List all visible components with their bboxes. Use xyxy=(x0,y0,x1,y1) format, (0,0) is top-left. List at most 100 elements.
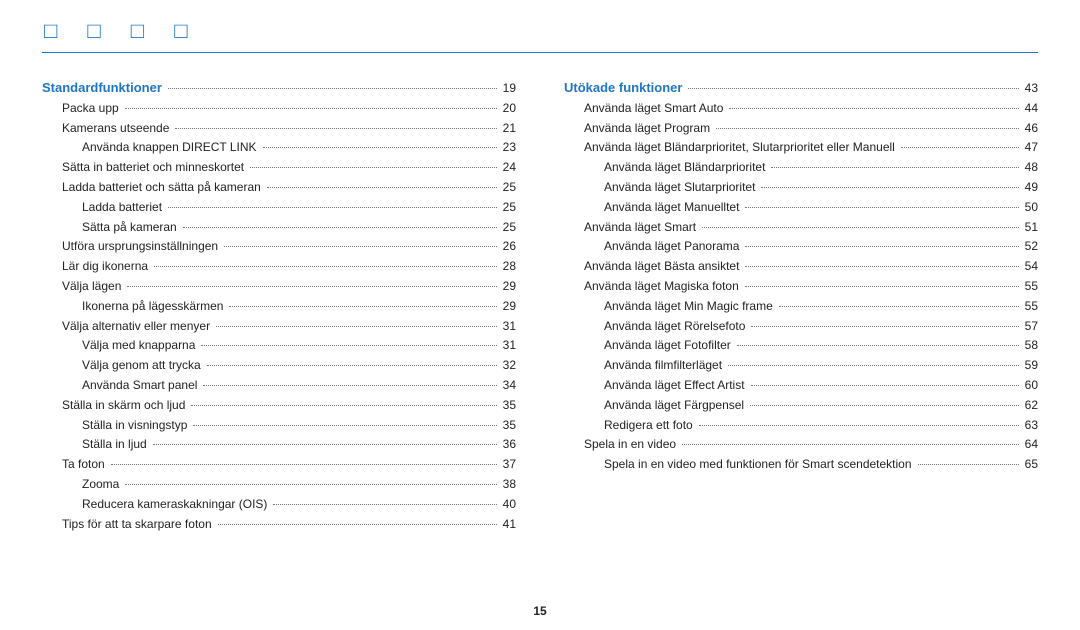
toc-leader xyxy=(207,365,497,366)
toc-entry: Använda läget Manuelltet50 xyxy=(604,198,1038,218)
toc-entry-label: Redigera ett foto xyxy=(604,416,693,436)
toc-entry: Ladda batteriet och sätta på kameran25 xyxy=(62,178,516,198)
toc-entry-label: Kamerans utseende xyxy=(62,119,169,139)
toc-leader xyxy=(168,207,497,208)
toc-entry-page: 60 xyxy=(1025,376,1038,396)
toc-leader xyxy=(267,187,497,188)
toc-entry-label: Använda läget Smart Auto xyxy=(584,99,723,119)
toc-entry: Redigera ett foto63 xyxy=(604,416,1038,436)
toc-leader xyxy=(745,266,1018,267)
toc-entry: Ladda batteriet25 xyxy=(82,198,516,218)
toc-entry: Zooma38 xyxy=(82,475,516,495)
toc-entry-page: 50 xyxy=(1025,198,1038,218)
toc-entry: Använda läget Bländarprioritet48 xyxy=(604,158,1038,178)
toc-leader xyxy=(111,464,497,465)
toc-entry: Spela in en video64 xyxy=(584,435,1038,455)
toc-entry-page: 31 xyxy=(503,317,516,337)
toc-entry: Ta foton37 xyxy=(62,455,516,475)
toc-leader xyxy=(175,128,496,129)
toc-entry: Använda läget Bländarprioritet, Slutarpr… xyxy=(584,138,1038,158)
toc-leader xyxy=(728,365,1019,366)
toc-entry: Välja alternativ eller menyer31 xyxy=(62,317,516,337)
toc-leader xyxy=(224,246,497,247)
toc-entry-page: 29 xyxy=(503,297,516,317)
toc-entry-page: 49 xyxy=(1025,178,1038,198)
toc-leader xyxy=(125,484,496,485)
toc-entry-page: 55 xyxy=(1025,277,1038,297)
toc-entry: Använda läget Effect Artist60 xyxy=(604,376,1038,396)
toc-entry: Välja genom att trycka32 xyxy=(82,356,516,376)
toc-leader xyxy=(745,246,1018,247)
toc-entry: Använda läget Fotofilter58 xyxy=(604,336,1038,356)
toc-entry-page: 65 xyxy=(1025,455,1038,475)
toc-columns: Standardfunktioner19Packa upp20Kamerans … xyxy=(42,77,1038,534)
toc-entry: Använda läget Smart 51 xyxy=(584,218,1038,238)
toc-entry-label: Reducera kameraskakningar (OIS) xyxy=(82,495,267,515)
page-title: □ □ □ □ xyxy=(44,18,1038,44)
toc-entry-label: Sätta in batteriet och minneskortet xyxy=(62,158,244,178)
toc-entry-page: 46 xyxy=(1025,119,1038,139)
toc-leader xyxy=(263,147,497,148)
toc-entry-page: 35 xyxy=(503,416,516,436)
toc-leader xyxy=(779,306,1019,307)
toc-entry-page: 32 xyxy=(503,356,516,376)
toc-entry: Kamerans utseende 21 xyxy=(62,119,516,139)
toc-entry-page: 43 xyxy=(1025,79,1038,99)
toc-entry-label: Använda läget Bländarprioritet, Slutarpr… xyxy=(584,138,895,158)
toc-entry-page: 21 xyxy=(503,119,516,139)
toc-entry-label: Sätta på kameran xyxy=(82,218,177,238)
toc-entry-page: 54 xyxy=(1025,257,1038,277)
toc-leader xyxy=(918,464,1019,465)
toc-entry-page: 34 xyxy=(503,376,516,396)
toc-entry-label: Använda läget Smart xyxy=(584,218,696,238)
toc-entry-label: Välja lägen xyxy=(62,277,121,297)
toc-entry-page: 35 xyxy=(503,396,516,416)
toc-leader xyxy=(250,167,497,168)
toc-leader xyxy=(229,306,496,307)
toc-leader xyxy=(203,385,496,386)
toc-leader xyxy=(191,405,496,406)
toc-entry-page: 26 xyxy=(503,237,516,257)
toc-leader xyxy=(716,128,1019,129)
toc-entry: Använda läget Min Magic frame55 xyxy=(604,297,1038,317)
toc-entry: Använda filmfilterläget59 xyxy=(604,356,1038,376)
toc-leader xyxy=(201,345,496,346)
toc-entry-page: 44 xyxy=(1025,99,1038,119)
toc-entry-label: Ställa in ljud xyxy=(82,435,147,455)
toc-entry-label: Ställa in skärm och ljud xyxy=(62,396,185,416)
toc-leader xyxy=(751,326,1018,327)
toc-entry-label: Använda läget Panorama xyxy=(604,237,739,257)
toc-entry-page: 29 xyxy=(503,277,516,297)
page: □ □ □ □ Standardfunktioner19Packa upp20K… xyxy=(0,0,1080,630)
toc-entry: Välja lägen 29 xyxy=(62,277,516,297)
toc-entry-label: Ladda batteriet xyxy=(82,198,162,218)
toc-entry: Lär dig ikonerna 28 xyxy=(62,257,516,277)
toc-entry-label: Använda läget Fotofilter xyxy=(604,336,731,356)
toc-leader xyxy=(699,425,1019,426)
toc-entry-page: 28 xyxy=(503,257,516,277)
toc-entry: Packa upp20 xyxy=(62,99,516,119)
toc-entry-page: 52 xyxy=(1025,237,1038,257)
toc-leader xyxy=(751,385,1019,386)
toc-leader xyxy=(745,207,1018,208)
toc-entry-label: Använda läget Rörelsefoto xyxy=(604,317,745,337)
toc-entry: Sätta in batteriet och minneskortet 24 xyxy=(62,158,516,178)
toc-entry: Använda läget Magiska foton55 xyxy=(584,277,1038,297)
toc-entry-label: Använda läget Slutarprioritet xyxy=(604,178,755,198)
toc-leader xyxy=(682,444,1019,445)
toc-entry: Använda läget Rörelsefoto57 xyxy=(604,317,1038,337)
toc-leader xyxy=(193,425,496,426)
toc-entry-label: Lär dig ikonerna xyxy=(62,257,148,277)
toc-entry-label: Ställa in visningstyp xyxy=(82,416,187,436)
toc-entry: Använda läget Program46 xyxy=(584,119,1038,139)
toc-entry-page: 24 xyxy=(503,158,516,178)
toc-leader xyxy=(737,345,1019,346)
toc-entry: Använda läget Slutarprioritet 49 xyxy=(604,178,1038,198)
toc-entry: Välja med knapparna31 xyxy=(82,336,516,356)
toc-leader xyxy=(216,326,497,327)
toc-leader xyxy=(153,444,497,445)
toc-leader xyxy=(127,286,496,287)
toc-entry: Använda läget Bästa ansiktet54 xyxy=(584,257,1038,277)
toc-entry-page: 51 xyxy=(1025,218,1038,238)
toc-entry-label: Utökade funktioner xyxy=(564,77,682,98)
